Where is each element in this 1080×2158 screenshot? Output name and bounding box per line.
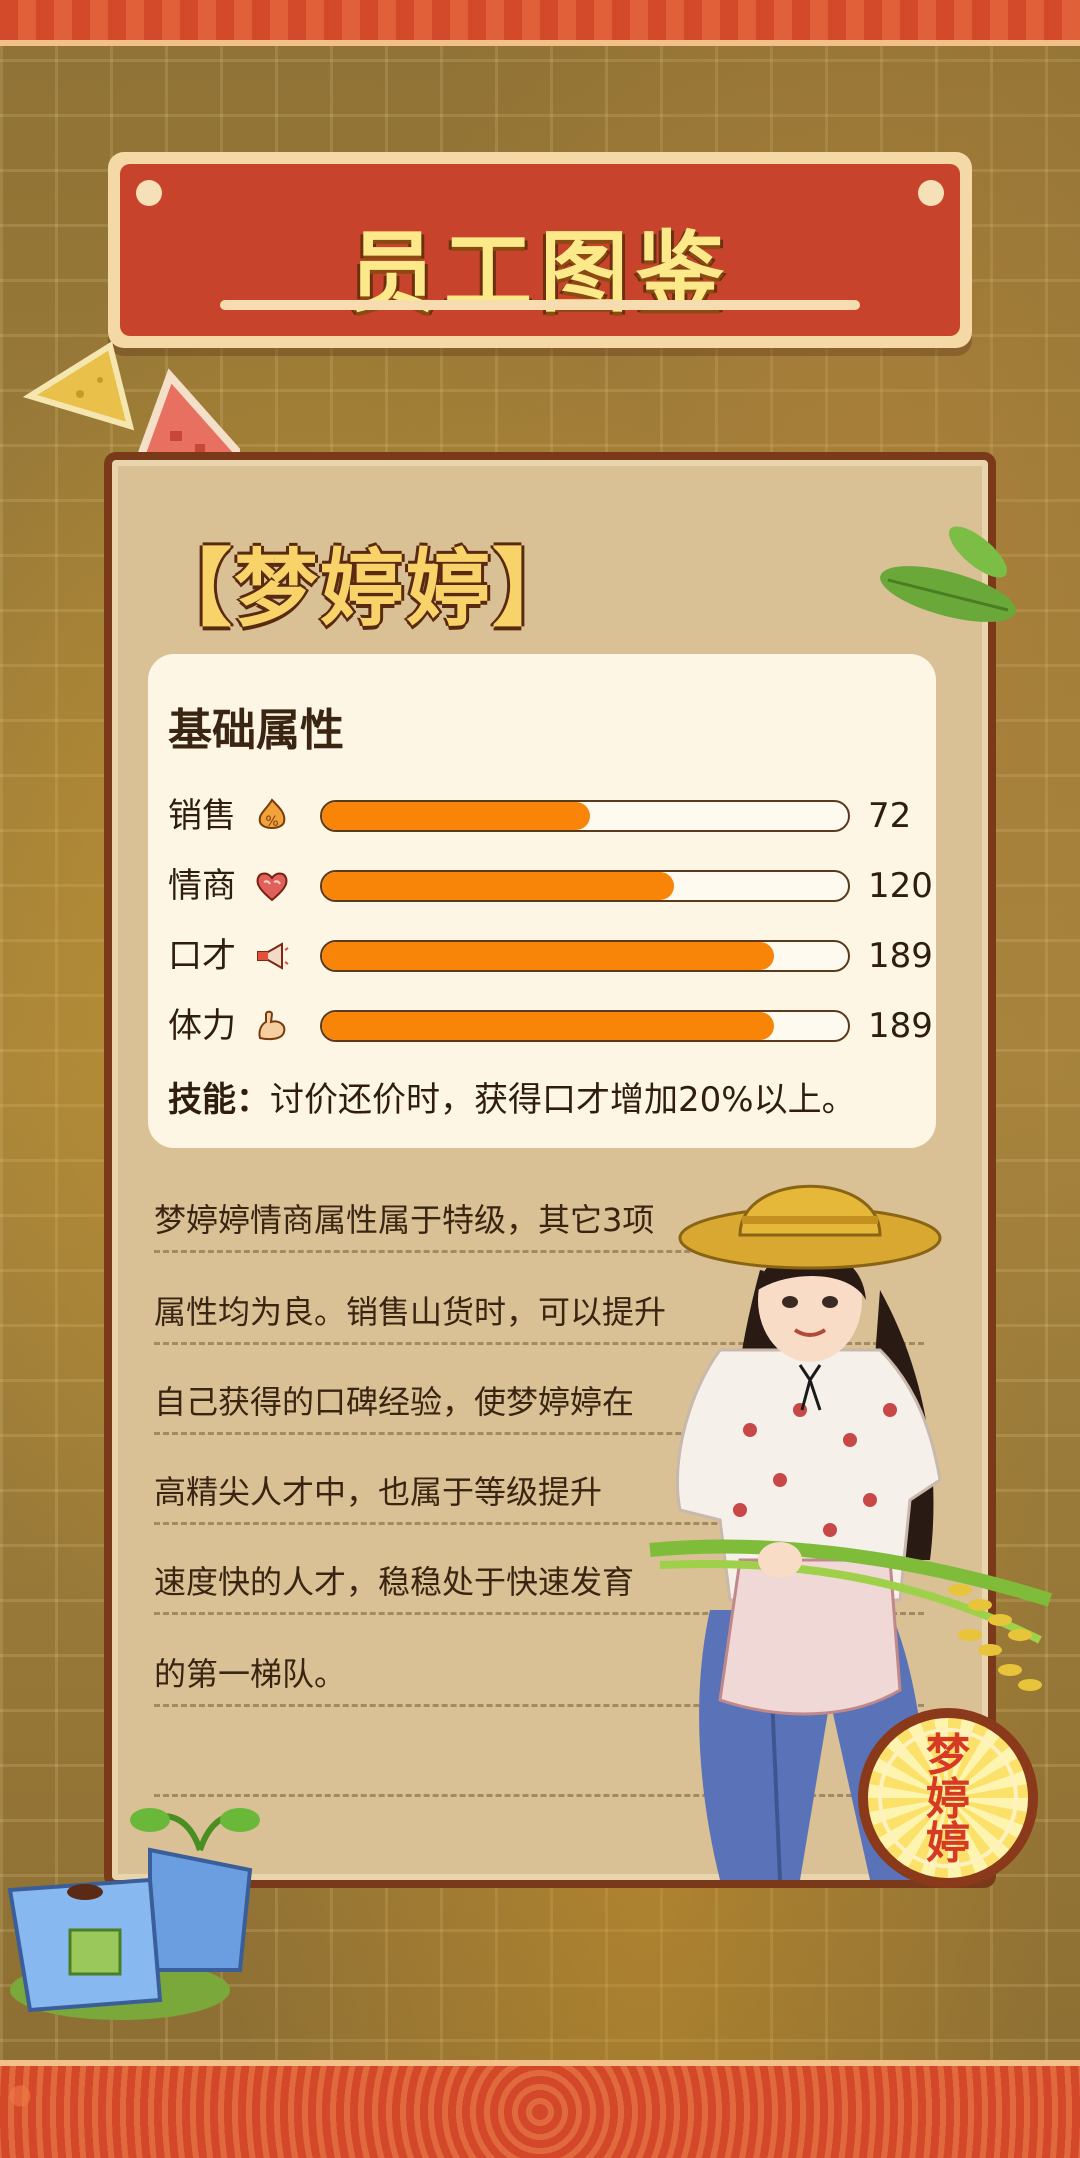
stat-row-eloquence: 口才 189 bbox=[168, 934, 933, 978]
stat-label: 情商 bbox=[168, 866, 236, 906]
stat-bar-track bbox=[320, 1010, 850, 1042]
character-name-badge: 梦婷婷 bbox=[858, 1708, 1038, 1888]
skill-text: 讨价还价时，获得口才增加20%以上。 bbox=[270, 1080, 856, 1120]
banner-underline bbox=[220, 300, 860, 310]
bottom-decorative-border bbox=[0, 2060, 1080, 2158]
stat-bar-fill bbox=[322, 942, 775, 970]
stat-bar-track bbox=[320, 940, 850, 972]
stat-value: 120 bbox=[868, 866, 933, 906]
skill-description: 技能：讨价还价时，获得口才增加20%以上。 bbox=[168, 1072, 856, 1121]
stat-bar-fill bbox=[322, 872, 675, 900]
description-line: 梦婷婷情商属性属于特级，其它3项 bbox=[154, 1201, 655, 1239]
description-line: 自己获得的口碑经验，使梦婷婷在 bbox=[154, 1383, 635, 1421]
megaphone-icon bbox=[257, 942, 289, 970]
stat-bar-fill bbox=[322, 1012, 775, 1040]
stat-bar-track bbox=[320, 870, 850, 902]
stat-value: 189 bbox=[868, 1006, 933, 1046]
stat-label: 体力 bbox=[168, 1006, 236, 1046]
stat-value: 189 bbox=[868, 936, 933, 976]
attributes-heading: 基础属性 bbox=[168, 705, 344, 756]
badge-char: 婷 bbox=[926, 1818, 970, 1869]
stat-row-sales: 销售 % 72 bbox=[168, 794, 918, 838]
svg-text:%: % bbox=[265, 814, 278, 830]
stat-row-stamina: 体力 189 bbox=[168, 1004, 933, 1048]
flexed-arm-icon bbox=[258, 1010, 286, 1041]
description-line: 的第一梯队。 bbox=[154, 1655, 347, 1693]
sales-flame-icon: % bbox=[258, 798, 286, 830]
title-banner-inner: 员工图鉴 bbox=[120, 164, 960, 336]
stat-bar-track bbox=[320, 800, 850, 832]
description-line: 属性均为良。销售山货时，可以提升 bbox=[154, 1293, 667, 1331]
description-line: 速度快的人才，稳稳处于快速发育 bbox=[154, 1563, 635, 1601]
stat-label: 口才 bbox=[168, 936, 236, 976]
heart-brain-icon bbox=[256, 872, 288, 902]
stat-bar-fill bbox=[322, 802, 591, 830]
top-decorative-border bbox=[0, 0, 1080, 46]
title-banner: 员工图鉴 bbox=[108, 152, 972, 348]
basic-attributes-panel: 基础属性 销售 % 72 情商 120 口才 189 体力 189 技能：讨价还… bbox=[148, 654, 936, 1148]
plant-pot-icon bbox=[7, 1808, 260, 2020]
skill-label: 技能： bbox=[168, 1080, 270, 1120]
stat-value: 72 bbox=[868, 796, 912, 836]
description-line: 高精尖人才中，也属于等级提升 bbox=[154, 1473, 603, 1511]
stat-label: 销售 bbox=[168, 796, 236, 836]
character-name: 【梦婷婷】 bbox=[148, 540, 579, 638]
leaf-icon bbox=[880, 526, 1016, 622]
stat-row-eq: 情商 120 bbox=[168, 864, 933, 908]
name-badge-text: 梦婷婷 bbox=[868, 1734, 1028, 1866]
